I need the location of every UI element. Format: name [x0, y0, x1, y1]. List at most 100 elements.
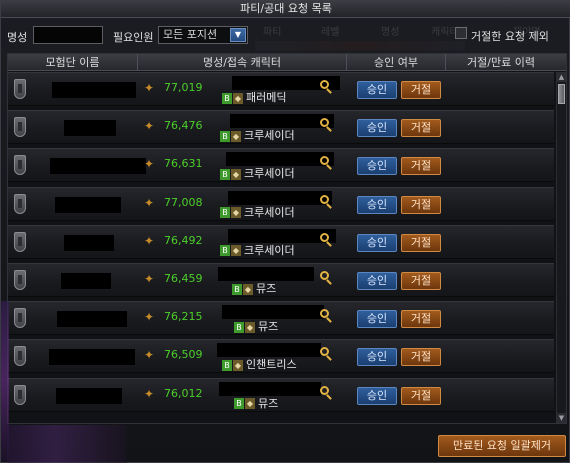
buff-badge: B [234, 321, 244, 333]
guild-shield-icon [14, 155, 26, 176]
chevron-down-icon[interactable]: ▼ [230, 28, 246, 42]
class-name: 크루세이더 [244, 167, 295, 181]
reject-button[interactable]: 거절 [401, 119, 441, 138]
class-emblem-icon: ◆ [231, 130, 241, 142]
filter-bar: 명성 필요인원 모든 포지션 ▼ 파티 레벨 명성 캐릭터명 재야명 거절한 요… [1, 19, 570, 53]
approve-button[interactable]: 승인 [357, 272, 397, 290]
search-icon[interactable] [320, 156, 334, 172]
fame-value: 76,492 [164, 233, 203, 247]
redacted-guild-name [57, 311, 127, 328]
class-name: 크루세이더 [244, 129, 295, 143]
buff-badge: B [232, 283, 242, 295]
class-emblem-icon: ◆ [245, 398, 255, 410]
fame-rank-icon: ✦ [144, 157, 155, 172]
approve-button[interactable]: 승인 [357, 119, 397, 138]
buff-badge: B [220, 207, 230, 219]
search-icon[interactable] [320, 309, 334, 325]
approve-button[interactable]: 승인 [357, 233, 397, 252]
background-art [7, 425, 127, 463]
request-row: ✦ 76,215 B ◆ 뮤즈 승인 거절 [8, 301, 554, 336]
col-fame-character: 명성/접속 캐릭터 [138, 54, 347, 71]
search-icon[interactable] [320, 271, 334, 287]
buff-badge: B [234, 398, 244, 410]
position-select[interactable]: 모든 포지션 ▼ [158, 26, 248, 44]
approve-button[interactable]: 승인 [357, 195, 397, 214]
class-info: B ◆ 뮤즈 [234, 397, 278, 411]
search-icon[interactable] [320, 118, 334, 134]
redacted-guild-name [64, 234, 114, 251]
class-emblem-icon: ◆ [243, 283, 253, 295]
clear-expired-button[interactable]: 만료된 요청 일괄제거 [438, 435, 566, 457]
list-scrollbar[interactable]: ▲ ▼ [556, 72, 566, 423]
guild-shield-icon [14, 308, 26, 329]
reject-button[interactable]: 거절 [401, 272, 441, 290]
search-icon[interactable] [320, 80, 334, 96]
fame-rank-icon: ✦ [144, 348, 155, 363]
guild-shield-icon [14, 231, 26, 252]
reject-button[interactable]: 거절 [401, 81, 441, 99]
col-approval: 승인 여부 [347, 54, 446, 71]
approve-button[interactable]: 승인 [357, 81, 397, 99]
class-name: 뮤즈 [258, 396, 279, 410]
reject-button[interactable]: 거절 [401, 348, 441, 367]
buff-badge: B [222, 359, 232, 371]
reject-button[interactable]: 거절 [401, 157, 441, 176]
scroll-thumb[interactable] [558, 84, 565, 104]
fame-value: 76,509 [164, 348, 203, 362]
redacted-character-name [222, 305, 324, 320]
guild-shield-icon [14, 117, 26, 138]
fame-filter-label: 명성 [7, 31, 28, 44]
guild-shield-icon [14, 193, 26, 214]
request-row: ✦ 76,476 B ◆ 크루세이더 승인 거절 [8, 110, 554, 145]
fame-value: 76,012 [164, 386, 203, 400]
redacted-character-name [217, 343, 321, 358]
redacted-character-name [230, 114, 334, 129]
request-row: ✦ 76,509 B ◆ 인챈트리스 승인 거절 [8, 339, 554, 374]
search-icon[interactable] [320, 232, 334, 249]
redacted-guild-name [49, 349, 135, 366]
class-emblem-icon: ◆ [231, 168, 241, 180]
reject-button[interactable]: 거절 [401, 195, 441, 214]
class-name: 인챈트리스 [246, 358, 297, 372]
list-header: 모험단 이름 명성/접속 캐릭터 승인 여부 거절/만료 이력 [8, 54, 566, 71]
guild-shield-icon [14, 270, 26, 290]
class-emblem-icon: ◆ [233, 92, 243, 104]
approve-button[interactable]: 승인 [357, 348, 397, 367]
position-select-value: 모든 포지션 [163, 28, 218, 41]
redacted-character-name [218, 267, 314, 281]
class-name: 크루세이더 [244, 243, 295, 257]
fame-filter-input[interactable] [33, 26, 103, 44]
scroll-down-arrow-icon[interactable]: ▼ [557, 413, 566, 423]
scroll-up-arrow-icon[interactable]: ▲ [557, 72, 566, 82]
exclude-rejected-checkbox[interactable] [455, 27, 467, 39]
fame-value: 76,476 [164, 119, 203, 133]
reject-button[interactable]: 거절 [401, 386, 441, 405]
fame-value: 77,008 [164, 195, 203, 209]
redacted-guild-name [50, 158, 146, 175]
background-tab: 파티 [263, 27, 282, 38]
approve-button[interactable]: 승인 [357, 386, 397, 405]
fame-value: 76,215 [164, 310, 203, 324]
search-icon[interactable] [320, 385, 334, 402]
approve-button[interactable]: 승인 [357, 157, 397, 176]
reject-button[interactable]: 거절 [401, 310, 441, 329]
class-info: B ◆ 크루세이더 [220, 129, 295, 143]
class-info: B ◆ 패러메딕 [222, 91, 286, 105]
background-tab: 레벨 [321, 27, 340, 38]
approve-button[interactable]: 승인 [357, 310, 397, 329]
request-list: 모험단 이름 명성/접속 캐릭터 승인 여부 거절/만료 이력 ✦ 77,019 B… [7, 53, 567, 424]
class-name: 크루세이더 [244, 205, 295, 219]
col-history: 거절/만료 이력 [467, 56, 535, 69]
guild-shield-icon [14, 79, 26, 99]
reject-button[interactable]: 거절 [401, 233, 441, 252]
fame-rank-icon: ✦ [144, 233, 155, 248]
background-row-strip [255, 41, 465, 51]
required-members-label: 필요인원 [113, 31, 154, 44]
class-info: B ◆ 크루세이더 [220, 244, 295, 258]
redacted-guild-name [61, 273, 111, 289]
class-info: B ◆ 크루세이더 [220, 167, 295, 181]
search-icon[interactable] [320, 347, 334, 363]
fame-value: 77,019 [164, 81, 203, 94]
search-icon[interactable] [320, 194, 334, 211]
fame-rank-icon: ✦ [144, 195, 155, 210]
